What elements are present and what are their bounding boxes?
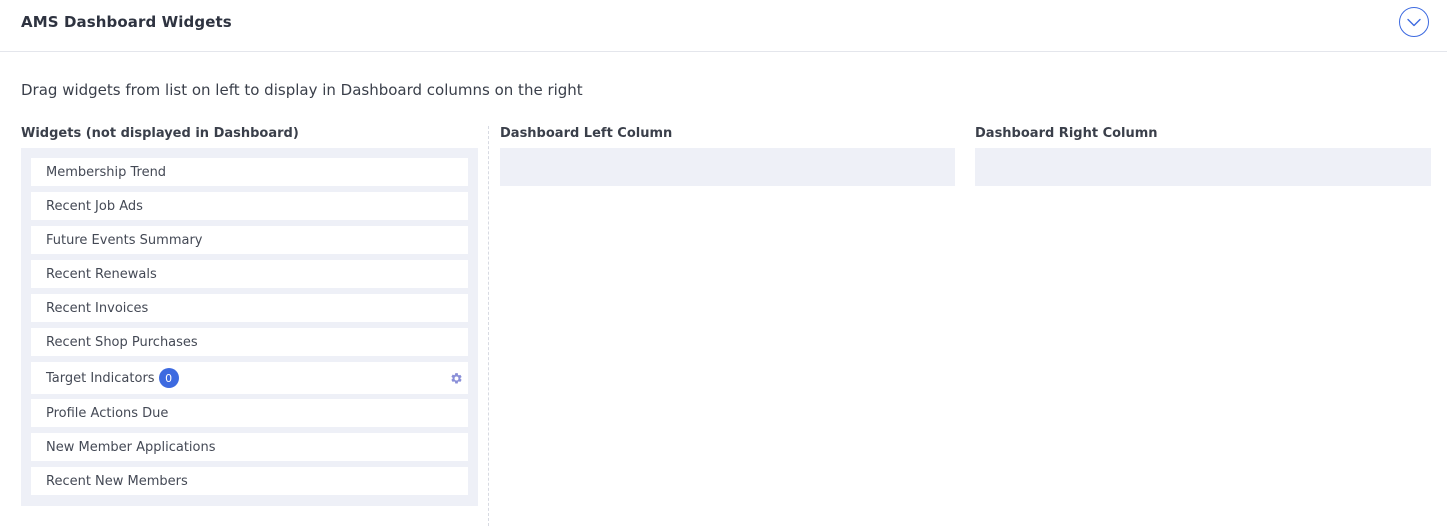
widget-label: Recent Renewals: [46, 266, 157, 282]
count-badge: 0: [158, 368, 179, 388]
right-column-title: Dashboard Right Column: [975, 126, 1158, 141]
widget-label: Recent Job Ads: [46, 198, 143, 214]
panel-title: AMS Dashboard Widgets: [21, 13, 232, 31]
widget-recent-new-members[interactable]: Recent New Members: [31, 467, 468, 495]
widget-recent-job-ads[interactable]: Recent Job Ads: [31, 192, 468, 220]
available-widgets-title: Widgets (not displayed in Dashboard): [21, 126, 299, 141]
panel-header: AMS Dashboard Widgets: [0, 0, 1447, 52]
left-column-title: Dashboard Left Column: [500, 126, 673, 141]
widget-label: Recent Invoices: [46, 300, 149, 316]
widget-label: Recent Shop Purchases: [46, 334, 198, 350]
column-divider: [488, 126, 489, 526]
widget-recent-renewals[interactable]: Recent Renewals: [31, 260, 468, 288]
chevron-down-icon: [1407, 18, 1421, 26]
instructions-text: Drag widgets from list on left to displa…: [21, 81, 583, 99]
widget-target-indicators[interactable]: Target Indicators 0: [31, 362, 468, 394]
widget-profile-actions-due[interactable]: Profile Actions Due: [31, 399, 468, 427]
widget-label: New Member Applications: [46, 439, 216, 455]
widget-future-events-summary[interactable]: Future Events Summary: [31, 226, 468, 254]
widget-label: Target Indicators: [46, 370, 155, 386]
widget-label: Membership Trend: [46, 164, 167, 180]
widget-recent-invoices[interactable]: Recent Invoices: [31, 294, 468, 322]
left-column-drop-zone[interactable]: [500, 148, 955, 186]
gear-icon[interactable]: [449, 371, 463, 385]
available-widgets-list[interactable]: Membership Trend Recent Job Ads Future E…: [21, 148, 478, 506]
right-column-drop-zone[interactable]: [975, 148, 1431, 186]
widget-membership-trend[interactable]: Membership Trend: [31, 158, 468, 186]
widget-label: Future Events Summary: [46, 232, 203, 248]
widget-new-member-applications[interactable]: New Member Applications: [31, 433, 468, 461]
widget-label: Profile Actions Due: [46, 405, 169, 421]
widget-recent-shop-purchases[interactable]: Recent Shop Purchases: [31, 328, 468, 356]
collapse-button[interactable]: [1399, 7, 1429, 37]
widget-label: Recent New Members: [46, 473, 188, 489]
